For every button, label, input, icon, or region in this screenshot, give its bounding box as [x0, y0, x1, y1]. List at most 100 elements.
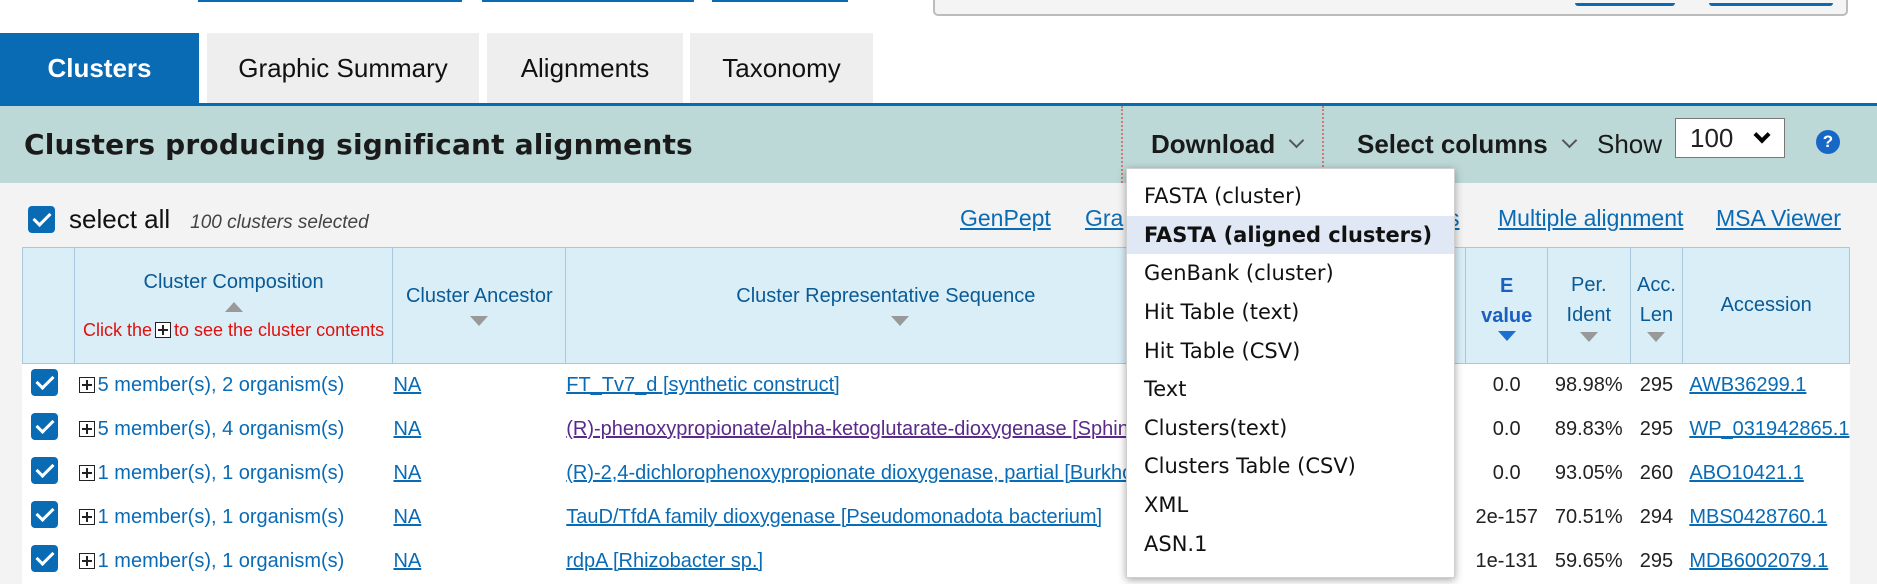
expand-icon[interactable]	[78, 421, 95, 437]
row-checkbox[interactable]	[31, 369, 58, 397]
sort-down-icon	[1579, 331, 1598, 342]
row-checkbox-cell	[22, 451, 75, 496]
expand-icon[interactable]	[78, 553, 95, 569]
composition-text[interactable]: 5 member(s), 4 organism(s)	[98, 418, 345, 440]
row-checkbox[interactable]	[31, 501, 58, 528]
composition-cell: 5 member(s), 4 organism(s)	[73, 407, 393, 452]
hint-pre: Click the	[82, 319, 152, 340]
per-ident-cell: 70.51%	[1546, 495, 1631, 540]
show-label: Show	[1597, 129, 1663, 159]
menu-item-xml[interactable]: XML	[1127, 486, 1454, 525]
representative-link[interactable]: TauD/TfdA family dioxygenase [Pseudomona…	[567, 506, 1102, 528]
multiple-alignment-link[interactable]: Multiple alignment	[1498, 205, 1683, 232]
header-cluster-ancestor[interactable]: Cluster Ancestor	[392, 247, 567, 364]
row-checkbox[interactable]	[31, 457, 58, 484]
acc-len-cell: 295	[1629, 539, 1683, 584]
sort-down-icon	[470, 316, 489, 326]
accession-link[interactable]: AWB36299.1	[1689, 374, 1806, 396]
tab-taxonomy[interactable]: Taxonomy	[690, 33, 873, 104]
row-checkbox[interactable]	[31, 545, 58, 572]
composition-text[interactable]: 1 member(s), 1 organism(s)	[98, 506, 345, 528]
header-acc-len[interactable]: Acc. Len	[1629, 247, 1684, 364]
tab-alignments[interactable]: Alignments	[487, 33, 683, 104]
show-count-value: 100	[1690, 122, 1734, 153]
ancestor-cell: NA	[392, 495, 566, 540]
clusters-table: Cluster Composition Click the to see the…	[22, 247, 1850, 584]
ancestor-cell: NA	[392, 407, 566, 452]
clusters-content: select all 100 clusters selected GenPept…	[0, 183, 1877, 584]
menu-item-genbank-cluster[interactable]: GenBank (cluster)	[1127, 254, 1454, 293]
acc-len-cell: 260	[1629, 451, 1683, 496]
accession-link[interactable]: MDB6002079.1	[1689, 550, 1828, 572]
expand-icon[interactable]	[78, 509, 95, 525]
row-checkbox-cell	[22, 495, 75, 540]
composition-cell: 1 member(s), 1 organism(s)	[73, 539, 393, 584]
header-cluster-composition[interactable]: Cluster Composition Click the to see the…	[73, 247, 394, 364]
top-link-3[interactable]	[712, 0, 848, 2]
e-value-cell: 0.0	[1465, 451, 1548, 496]
menu-item-fasta-aligned-clusters[interactable]: FASTA (aligned clusters)	[1127, 215, 1454, 255]
composition-text[interactable]: 5 member(s), 2 organism(s)	[98, 374, 345, 396]
tab-graphic-summary[interactable]: Graphic Summary	[207, 33, 479, 104]
table-row: 1 member(s), 1 organism(s) NA rdpA [Rhiz…	[22, 539, 1850, 584]
header-per-ident[interactable]: Per. Ident	[1546, 247, 1631, 364]
menu-item-clusters-text[interactable]: Clusters(text)	[1127, 409, 1454, 448]
representative-link[interactable]: rdpA [Rhizobacter sp.]	[567, 550, 763, 572]
accession-link[interactable]: WP_031942865.1	[1689, 418, 1849, 440]
composition-cell: 1 member(s), 1 organism(s)	[73, 451, 393, 496]
ancestor-link[interactable]: NA	[394, 374, 421, 396]
top-link-2[interactable]	[482, 0, 694, 2]
ancestor-link[interactable]: NA	[394, 462, 421, 484]
table-row: 1 member(s), 1 organism(s) NA TauD/TfdA …	[22, 495, 1850, 540]
expand-icon[interactable]	[78, 465, 95, 481]
expand-icon[interactable]	[78, 377, 95, 394]
menu-item-asn1[interactable]: ASN.1	[1127, 524, 1454, 563]
accession-link[interactable]: ABO10421.1	[1689, 462, 1804, 484]
ancestor-cell: NA	[392, 539, 566, 584]
composition-text[interactable]: 1 member(s), 1 organism(s)	[98, 550, 345, 572]
sort-active-icon	[1497, 330, 1516, 341]
e-value-label-1: E	[1500, 274, 1514, 297]
e-value-cell: 1e-131	[1465, 539, 1548, 584]
download-menu: FASTA (cluster) FASTA (aligned clusters)…	[1126, 168, 1455, 578]
msa-viewer-link[interactable]: MSA Viewer	[1716, 205, 1841, 232]
header-accession[interactable]: Accession	[1682, 247, 1850, 364]
menu-item-clusters-table-csv[interactable]: Clusters Table (CSV)	[1127, 447, 1454, 486]
accession-cell: AWB36299.1	[1682, 363, 1850, 408]
row-checkbox[interactable]	[31, 413, 58, 440]
accession-cell: MBS0428760.1	[1682, 495, 1850, 540]
composition-text[interactable]: 1 member(s), 1 organism(s)	[98, 462, 345, 484]
top-button-2[interactable]	[1709, 0, 1833, 6]
cluster-ancestor-label: Cluster Ancestor	[405, 285, 553, 307]
per-ident-label-1: Per.	[1571, 273, 1607, 296]
row-checkbox-cell	[22, 363, 75, 408]
e-value-cell: 0.0	[1465, 407, 1548, 452]
ancestor-link[interactable]: NA	[394, 418, 421, 440]
representative-link[interactable]: FT_Tv7_d [synthetic construct]	[567, 374, 840, 396]
chevron-down-icon	[1288, 132, 1305, 149]
genpept-link[interactable]: GenPept	[960, 205, 1051, 232]
header-e-value[interactable]: E value	[1465, 247, 1548, 364]
ancestor-cell: NA	[392, 451, 566, 496]
representative-link[interactable]: (R)-2,4-dichlorophenoxypropionate dioxyg…	[567, 462, 1220, 484]
top-link-1[interactable]	[198, 0, 462, 2]
composition-cell: 1 member(s), 1 organism(s)	[73, 495, 393, 540]
accession-cell: WP_031942865.1	[1682, 407, 1850, 452]
menu-item-hit-table-text[interactable]: Hit Table (text)	[1127, 293, 1454, 332]
ancestor-link[interactable]: NA	[394, 506, 421, 528]
search-summary-box	[933, 0, 1848, 16]
graphics-link[interactable]: Gra	[1085, 205, 1123, 232]
selected-count: 100 clusters selected	[190, 211, 369, 233]
menu-item-hit-table-csv[interactable]: Hit Table (CSV)	[1127, 331, 1454, 370]
tab-clusters[interactable]: Clusters	[0, 33, 199, 104]
top-button-1[interactable]	[1575, 0, 1675, 6]
help-icon[interactable]: ?	[1816, 130, 1840, 154]
select-all-label[interactable]: select all	[69, 204, 170, 235]
show-count-select[interactable]: 100	[1675, 118, 1785, 158]
menu-item-fasta-cluster[interactable]: FASTA (cluster)	[1127, 177, 1454, 216]
per-ident-cell: 93.05%	[1546, 451, 1631, 496]
menu-item-text[interactable]: Text	[1127, 370, 1454, 409]
select-all-checkbox[interactable]	[28, 206, 55, 233]
accession-link[interactable]: MBS0428760.1	[1689, 506, 1827, 528]
ancestor-link[interactable]: NA	[394, 550, 421, 572]
